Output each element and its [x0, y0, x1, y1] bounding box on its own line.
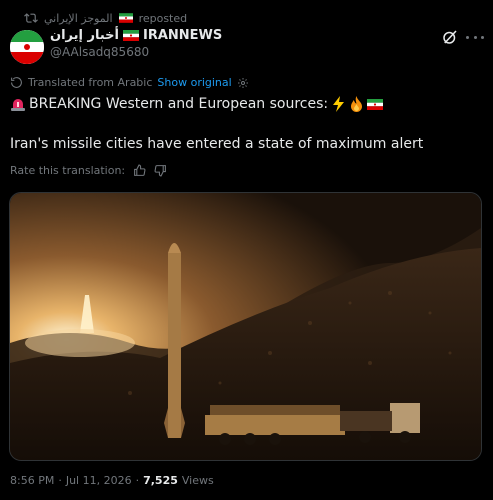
translated-from-label: Translated from Arabic [28, 76, 153, 89]
grok-icon[interactable] [441, 28, 459, 46]
tweet-date[interactable]: Jul 11, 2026 [66, 474, 132, 487]
tweet-text-line-2: Iran's missile cities have entered a sta… [10, 136, 424, 152]
thumbs-up-icon[interactable] [133, 164, 146, 177]
thumbs-down-icon[interactable] [154, 164, 167, 177]
missile-launch-image [10, 193, 481, 460]
fire-emoji [351, 96, 363, 112]
avatar[interactable] [10, 30, 44, 64]
rate-label: Rate this translation: [10, 164, 126, 177]
more-icon[interactable] [466, 30, 484, 44]
repost-header[interactable]: الموجز الإيراني reposted [24, 10, 187, 26]
iran-flag-icon [123, 30, 139, 41]
siren-emoji [11, 99, 25, 111]
views-label: Views [181, 474, 214, 487]
tweet-time[interactable]: 8:56 PM [10, 474, 54, 487]
separator: · [135, 474, 140, 487]
view-count: 7,525 [143, 474, 178, 487]
tweet-image-missile[interactable] [9, 192, 482, 461]
tweet-metadata: 8:56 PM · Jul 11, 2026 · 7,525 Views [10, 474, 214, 487]
lightning-emoji [333, 96, 345, 112]
author-name[interactable]: أخبار إيران IRANNEWS [50, 28, 222, 43]
tweet-breaking-text: BREAKING Western and European sources: [29, 96, 329, 112]
reposter-name[interactable]: الموجز الإيراني [44, 12, 113, 25]
rate-translation: Rate this translation: [10, 164, 167, 177]
author-handle[interactable]: @AAlsadq85680 [50, 45, 149, 59]
repost-icon [24, 13, 38, 23]
translation-note: Translated from Arabic Show original [10, 76, 249, 89]
author-name-arabic[interactable]: أخبار إيران [50, 28, 119, 43]
tweet-text-line-1: BREAKING Western and European sources: [10, 94, 384, 114]
iran-flag-icon [367, 98, 384, 110]
translate-icon [11, 77, 22, 88]
iran-flag-icon [118, 13, 133, 23]
avatar-flag-image [10, 30, 44, 64]
gear-icon[interactable] [237, 77, 249, 89]
repost-label: reposted [138, 11, 188, 25]
author-name-english[interactable]: IRANNEWS [143, 28, 222, 43]
show-original-link[interactable]: Show original [157, 76, 231, 89]
separator: · [58, 474, 62, 487]
